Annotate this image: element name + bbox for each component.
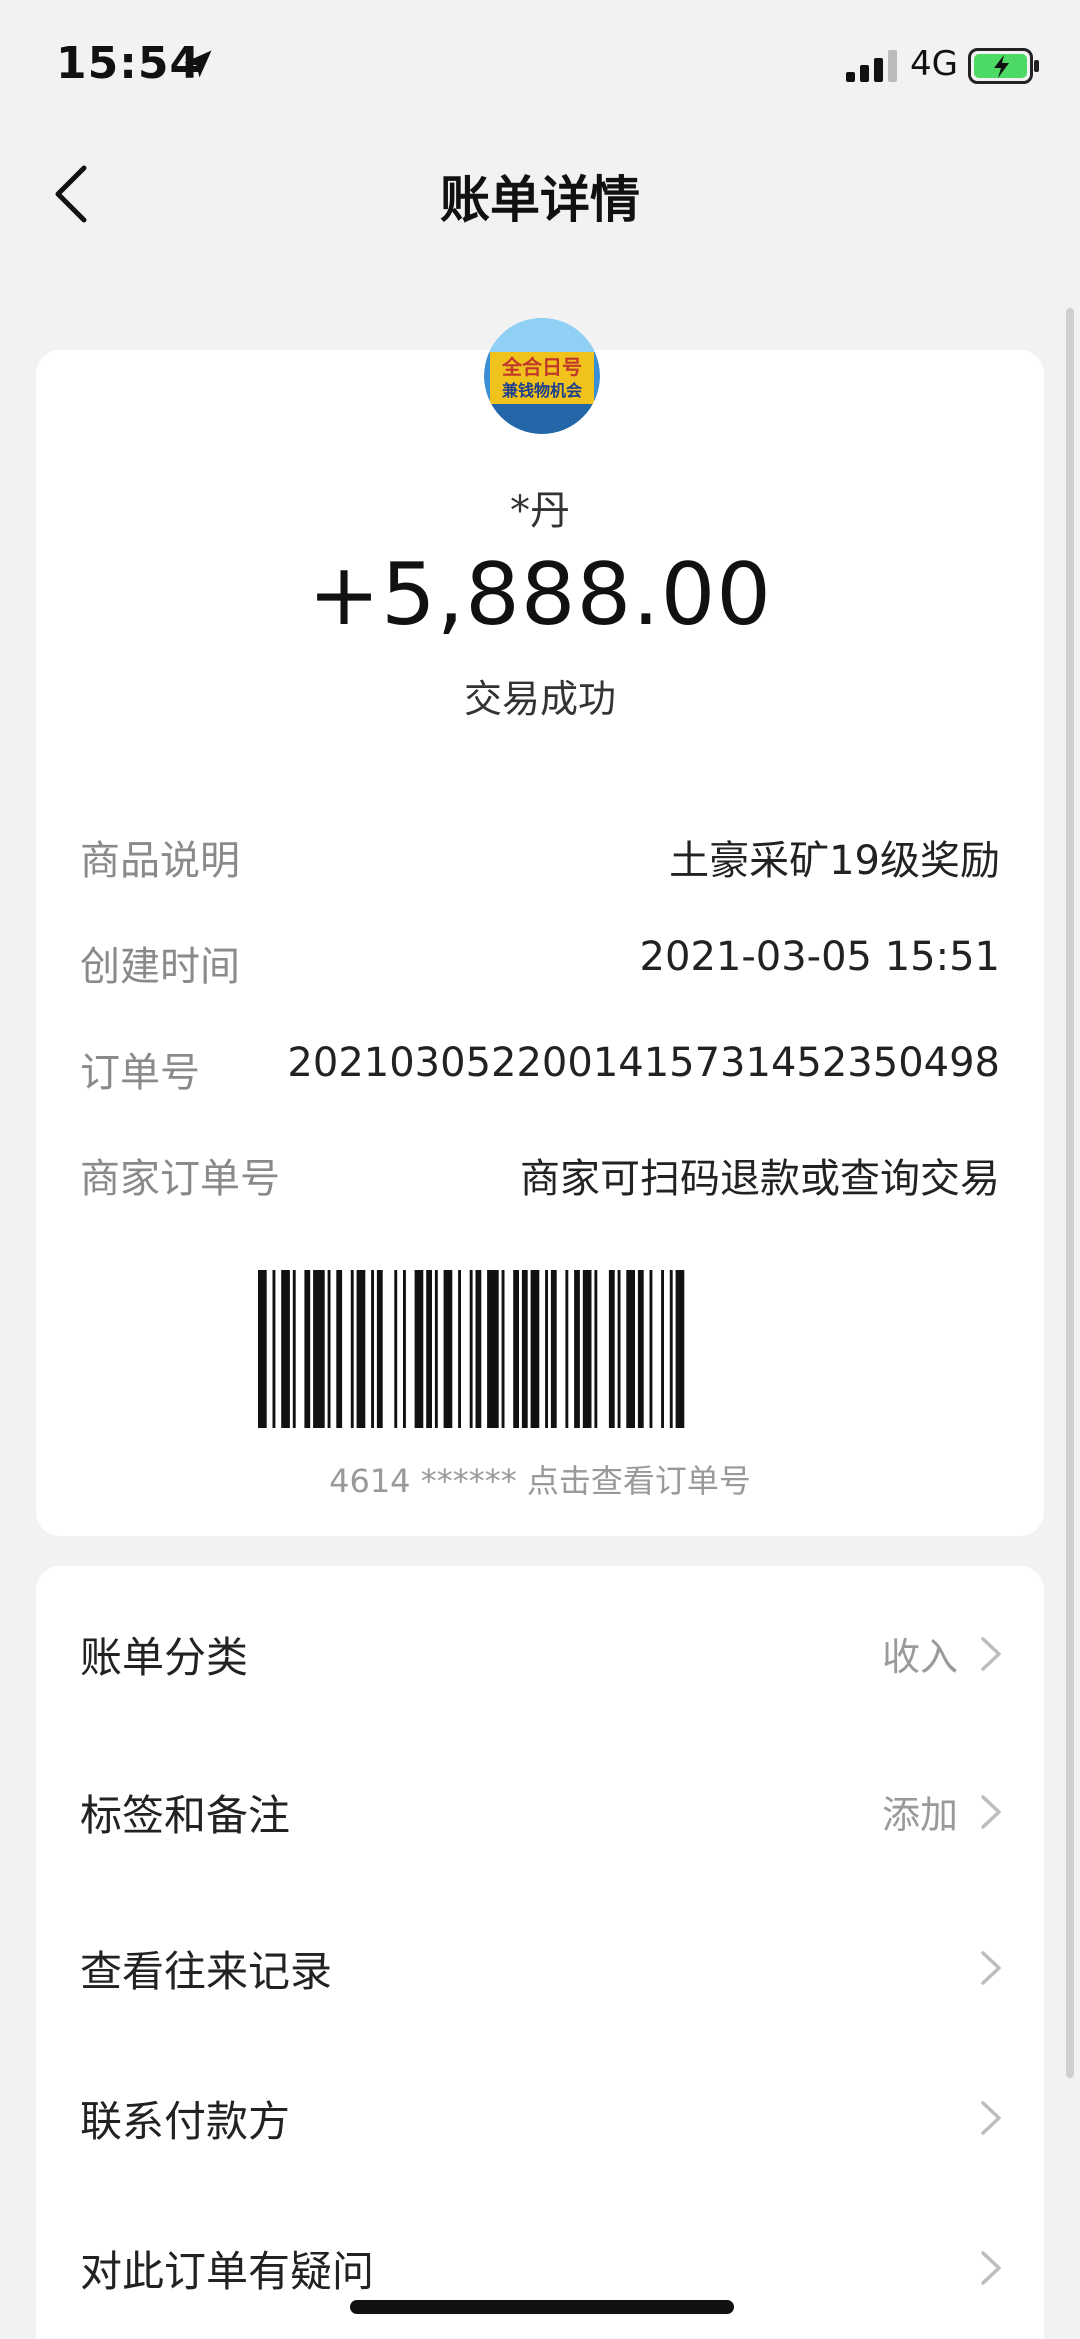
barcode-bar (426, 1270, 432, 1428)
transaction-detail-card: 全合日号 兼钱物机会 *丹 +5,888.00 交易成功 商品说明 土豪采矿19… (36, 318, 1044, 1536)
barcode-bar (661, 1270, 664, 1428)
barcode-bar (626, 1270, 635, 1428)
detail-label: 商品说明 (80, 838, 240, 884)
barcode-bar (434, 1270, 438, 1428)
barcode-bar (327, 1270, 331, 1428)
network-type: 4G (910, 44, 958, 84)
detail-value[interactable]: 2021030522001415731452350498 (287, 1040, 1000, 1086)
detail-label: 订单号 (80, 1050, 200, 1096)
scrollbar[interactable] (1066, 308, 1074, 2078)
barcode-bar (545, 1270, 548, 1428)
menu-item-value: 收入 (881, 1635, 958, 1679)
barcode-bar (669, 1270, 673, 1428)
screen: 15:54 4G 账单详情 全合日号 兼钱物机会 *丹 +5,888.00 交易… (0, 0, 1080, 2339)
detail-value: 商家可扫码退款或查询交易 (520, 1156, 1000, 1202)
barcode-bar (292, 1270, 296, 1428)
barcode-bar (582, 1270, 592, 1428)
chevron-right-icon (981, 1951, 1001, 1985)
detail-value: 土豪采矿19级奖励 (669, 838, 1000, 884)
barcode-bar (258, 1270, 267, 1428)
payer-name: *丹 (510, 488, 570, 534)
barcode-caption[interactable]: 4614 ****** 点击查看订单号 (36, 1456, 1044, 1502)
barcode-bar (550, 1270, 557, 1428)
barcode-bar (403, 1270, 406, 1428)
chevron-right-icon (981, 1637, 1001, 1671)
detail-label: 创建时间 (80, 944, 240, 990)
barcode-bar (574, 1270, 580, 1428)
barcode-bar (513, 1270, 519, 1428)
detail-label: 商家订单号 (80, 1156, 280, 1202)
barcode-bar (443, 1270, 453, 1428)
transaction-status: 交易成功 (463, 677, 616, 721)
barcode-bar (272, 1270, 276, 1428)
barcode-bar (649, 1270, 653, 1428)
chevron-right-icon (981, 2101, 1001, 2135)
nav-bar: 账单详情 (0, 130, 1080, 250)
barcode-bar (350, 1270, 354, 1428)
transaction-amount: +5,888.00 (307, 545, 773, 645)
detail-row-created-time: 创建时间 2021-03-05 15:51 (80, 934, 1000, 994)
menu-item-label: 账单分类 (80, 1633, 249, 1682)
barcode-bar (594, 1270, 598, 1428)
battery-charging-icon (968, 48, 1039, 84)
barcode-bar (501, 1270, 505, 1428)
chevron-right-icon (981, 2251, 1001, 2285)
menu-item-label: 标签和备注 (80, 1791, 291, 1840)
menu-item-bill-category[interactable]: 账单分类 收入 (36, 1578, 1044, 1728)
location-arrow-icon (184, 50, 212, 78)
payer-avatar[interactable]: 全合日号 兼钱物机会 (484, 318, 600, 434)
barcode-bar (304, 1270, 311, 1428)
menu-item-label: 联系付款方 (80, 2097, 291, 2146)
status-bar: 15:54 4G (0, 0, 1080, 130)
menu-item-transaction-history[interactable]: 查看往来记录 (36, 1892, 1044, 2042)
menu-item-label: 查看往来记录 (80, 1947, 333, 1996)
barcode-bar (487, 1270, 499, 1428)
barcode-bar (376, 1270, 383, 1428)
barcode-bar (356, 1270, 366, 1428)
menu-item-label: 对此订单有疑问 (80, 2247, 375, 2296)
detail-row-product: 商品说明 土豪采矿19级奖励 (80, 828, 1000, 888)
order-barcode[interactable] (258, 1270, 822, 1428)
detail-row-merchant-order: 商家订单号 商家可扫码退款或查询交易 (80, 1146, 1000, 1206)
barcode-bar (281, 1270, 290, 1428)
barcode-bar (336, 1270, 343, 1428)
chevron-right-icon (981, 1795, 1001, 1829)
avatar-text-line-1: 全合日号 (501, 355, 582, 379)
avatar-text-line-2: 兼钱物机会 (502, 381, 582, 400)
detail-value: 2021-03-05 15:51 (639, 934, 1000, 980)
barcode-bar (617, 1270, 621, 1428)
menu-item-order-question[interactable]: 对此订单有疑问 (36, 2192, 1044, 2339)
barcode-bar (608, 1270, 615, 1428)
barcode-bar (394, 1270, 398, 1428)
barcode-bar (371, 1270, 374, 1428)
menu-item-contact-payer[interactable]: 联系付款方 (36, 2042, 1044, 2192)
barcode-bar (475, 1270, 482, 1428)
barcode-bar (313, 1270, 325, 1428)
page-title: 账单详情 (440, 171, 640, 229)
detail-row-order-number[interactable]: 订单号 2021030522001415731452350498 (80, 1040, 1000, 1100)
barcode-bar (565, 1270, 569, 1428)
menu-item-tags-notes[interactable]: 标签和备注 添加 (36, 1736, 1044, 1886)
cellular-signal-icon (846, 50, 897, 82)
barcode-bar (469, 1270, 473, 1428)
home-indicator[interactable] (350, 2300, 734, 2314)
barcode-bar (675, 1270, 685, 1428)
barcode-bar (521, 1270, 528, 1428)
action-menu-card: 账单分类 收入 标签和备注 添加 查看往来记录 联系付款方 对此订单有疑问 (36, 1566, 1044, 2339)
barcode-bar (530, 1270, 540, 1428)
barcode-bar (458, 1270, 461, 1428)
barcode-bar (637, 1270, 644, 1428)
barcode-bar (414, 1270, 424, 1428)
menu-item-value: 添加 (881, 1793, 958, 1837)
